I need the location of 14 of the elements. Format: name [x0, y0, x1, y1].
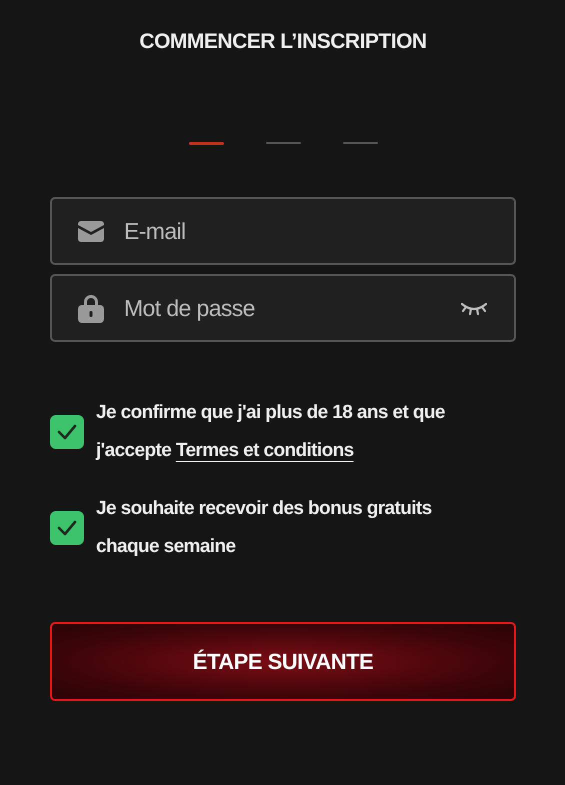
checkbox[interactable] — [50, 511, 84, 545]
next-step-button[interactable]: ÉTAPE SUIVANTE — [50, 622, 516, 701]
consent-text: Je confirme que j'ai plus de 18 ans et que j'accepte Termes et conditions — [96, 401, 446, 463]
lock-icon — [78, 293, 104, 323]
page-title: COMMENCER L’INSCRIPTION — [139, 29, 427, 55]
password-field[interactable]: Mot de passe — [50, 274, 516, 342]
envelope-icon — [78, 220, 104, 242]
checkbox[interactable] — [50, 415, 84, 449]
closed-eye-icon[interactable] — [460, 300, 488, 316]
checkmark-icon — [57, 424, 77, 440]
checkmark-icon — [57, 520, 77, 536]
consent-text: Je souhaite recevoir des bonus gratuits chaque semaine — [96, 497, 433, 559]
email-field[interactable]: E-mail — [50, 197, 516, 265]
terms-link[interactable]: Termes et conditions — [176, 440, 354, 461]
